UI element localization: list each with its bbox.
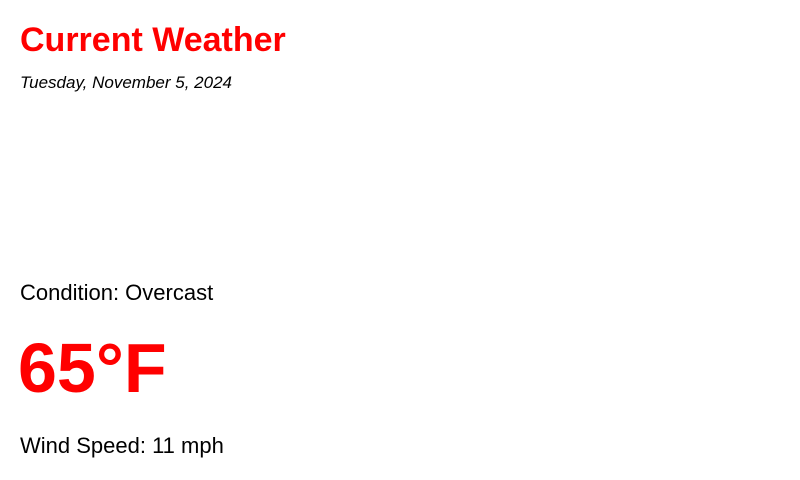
page-title: Current Weather (20, 21, 286, 59)
wind-speed: Wind Speed: 11 mph (20, 433, 224, 458)
weather-panel: Current Weather Tuesday, November 5, 202… (0, 0, 800, 480)
temperature-reading: 65°F (18, 329, 167, 407)
weather-condition: Condition: Overcast (20, 280, 214, 305)
current-date: Tuesday, November 5, 2024 (20, 73, 232, 92)
